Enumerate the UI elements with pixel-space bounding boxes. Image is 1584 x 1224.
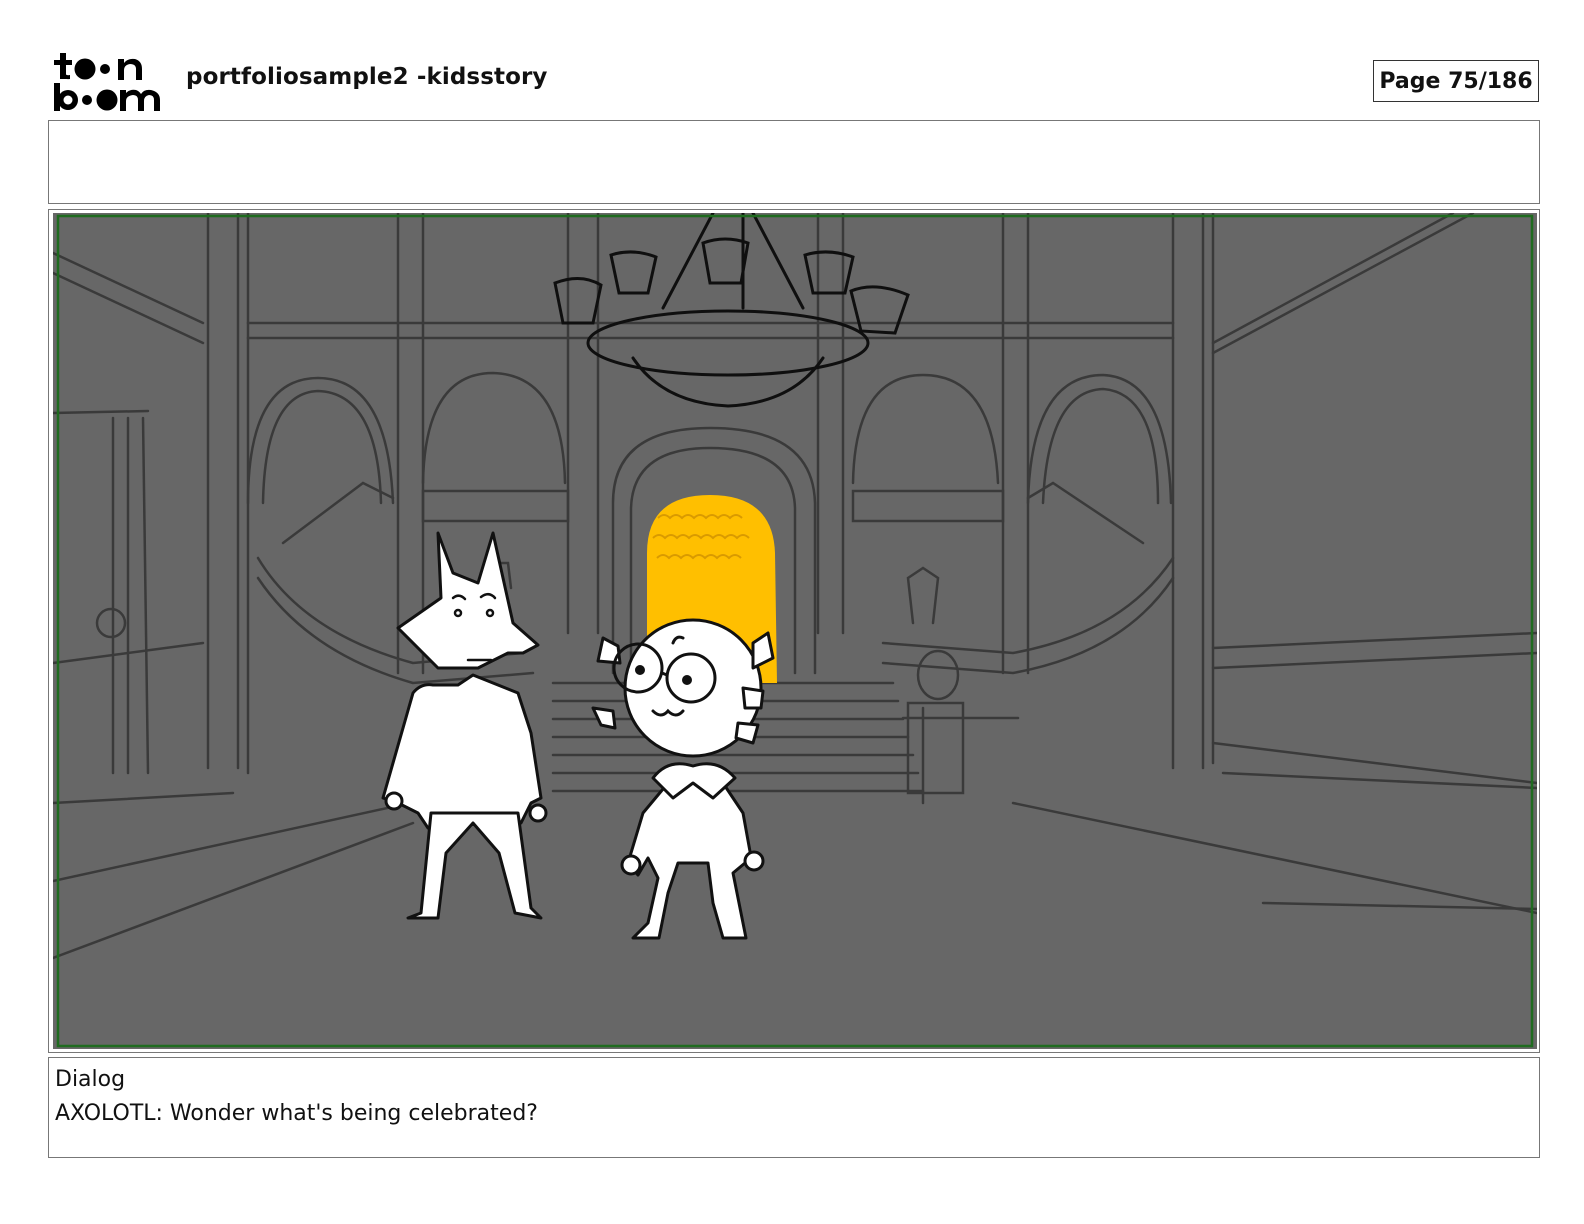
storyboard-panel <box>53 213 1537 1049</box>
page-number: 75/186 <box>1448 68 1533 94</box>
dialog-line: AXOLOTL: Wonder what's being celebrated? <box>55 1101 538 1126</box>
page-label: Page <box>1379 68 1441 94</box>
dialog-heading: Dialog <box>55 1067 126 1092</box>
page-indicator: Page 75/186 <box>1373 60 1539 102</box>
notes-field <box>48 120 1540 204</box>
project-title: portfoliosample2 -kidsstory <box>186 64 548 90</box>
dialog-field: Dialog AXOLOTL: Wonder what's being cele… <box>48 1057 1540 1158</box>
toonboom-logo <box>52 50 164 112</box>
